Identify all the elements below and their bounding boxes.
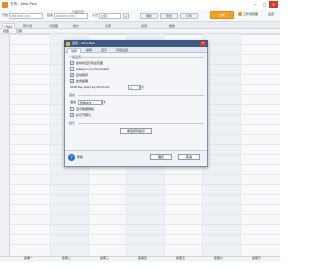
grid-row-line xyxy=(10,194,280,195)
end-label: 结束 xyxy=(47,13,54,17)
checkbox-run-minimized[interactable] xyxy=(70,67,74,71)
language-label: 语言 xyxy=(70,100,77,104)
chevron-down-icon[interactable]: ▾ xyxy=(140,85,144,90)
shift-key-select[interactable]: 1 xyxy=(128,85,140,90)
group-divider xyxy=(78,95,204,96)
staff-select[interactable]: 全部 xyxy=(99,13,121,19)
checkbox-label: 启动时显示欢迎页面 xyxy=(76,60,104,65)
cancel-button[interactable]: 取消 xyxy=(178,154,200,160)
staff-label: 人员 xyxy=(92,13,99,17)
group-divider xyxy=(80,57,204,58)
window-title: 方舟 - Ahoi-Plan xyxy=(10,2,37,6)
dialog-app-icon xyxy=(66,41,70,46)
dialog-tab-advanced[interactable]: 高级设置 xyxy=(112,48,132,53)
analyze-button[interactable]: 分析 xyxy=(210,11,234,19)
app-logo-icon xyxy=(2,2,8,8)
refresh-button[interactable]: 刷新 xyxy=(140,13,158,19)
grid-row-line xyxy=(10,224,280,225)
checkbox-holidays[interactable]: ✓ xyxy=(70,113,74,117)
checkbox-data-grid[interactable] xyxy=(70,107,74,111)
group-title-language: 语言 xyxy=(69,93,76,97)
grid-row-line xyxy=(10,184,280,185)
checkbox-label: 启用提醒 xyxy=(76,78,89,83)
dialog-tab-general[interactable]: 常规 xyxy=(67,48,81,53)
period-label: 日期范围 xyxy=(72,10,85,14)
close-button[interactable]: ✕ xyxy=(269,1,278,8)
grid-column-line xyxy=(50,34,51,256)
dialog-tab-display[interactable]: 显示 xyxy=(97,48,111,53)
day-label-wed: 星期三 xyxy=(100,256,110,260)
settings-link[interactable]: 设置 xyxy=(268,13,274,16)
shift-key-label: Shift key start by Shortcut xyxy=(70,85,110,89)
grid-row-line xyxy=(10,204,280,205)
chevron-down-icon[interactable]: ▾ xyxy=(102,100,106,105)
maximize-button[interactable]: □ xyxy=(260,1,269,8)
dialog-tab-edit[interactable]: 编辑 xyxy=(82,48,96,53)
day-label-thu: 星期四 xyxy=(138,256,148,260)
dialog-close-button[interactable]: ✕ xyxy=(200,41,206,46)
add-button[interactable]: + xyxy=(123,13,129,19)
day-label-mon: 星期一 xyxy=(24,256,34,260)
checkbox-show-welcome[interactable]: ✓ xyxy=(70,61,74,65)
title-bar xyxy=(0,0,280,10)
grid-column-line xyxy=(240,34,241,256)
minimize-button[interactable]: ─ xyxy=(251,1,260,8)
day-label-sun: 星期日 xyxy=(252,256,262,260)
checkbox-label: 自动保存 xyxy=(76,72,89,77)
language-select[interactable]: 简体中文 xyxy=(78,100,102,105)
row-header-column xyxy=(0,34,10,256)
start-label: 开始 xyxy=(2,13,9,17)
workflow-icon xyxy=(238,12,242,16)
help-icon[interactable]: ? xyxy=(68,154,75,161)
grid-row-line xyxy=(10,214,280,215)
day-label-sat: 星期六 xyxy=(214,256,224,260)
day-label-fri: 星期五 xyxy=(176,256,186,260)
export-button[interactable]: 导出 xyxy=(160,13,178,19)
checkbox-label: 显示数据网格 xyxy=(76,106,95,111)
checkbox-label: Always run minimized xyxy=(76,66,110,71)
ok-button[interactable]: 确定 xyxy=(150,154,172,160)
day-label-tue: 星期二 xyxy=(62,256,72,260)
print-button[interactable]: 打印 xyxy=(180,13,198,19)
start-date-input[interactable]: 2018/01 (01) xyxy=(9,13,43,19)
grid-row-line xyxy=(10,234,280,235)
group-divider xyxy=(78,123,204,124)
dialog-title: 选项 - Ahoi-Plan xyxy=(72,41,96,45)
workflow-link[interactable]: 工作流视图 xyxy=(243,13,258,16)
group-title-tips: 提示 xyxy=(69,121,76,125)
reset-tips-button[interactable]: 重置所有提示 xyxy=(120,128,152,134)
grid-row-line xyxy=(10,244,280,245)
checkbox-autosave[interactable]: ✓ xyxy=(70,73,74,77)
checkbox-label: 标记节假日 xyxy=(76,112,92,117)
checkbox-reminders[interactable]: ✓ xyxy=(70,79,74,83)
help-label[interactable]: 帮助 xyxy=(77,156,83,159)
grid-row-line xyxy=(10,174,280,175)
